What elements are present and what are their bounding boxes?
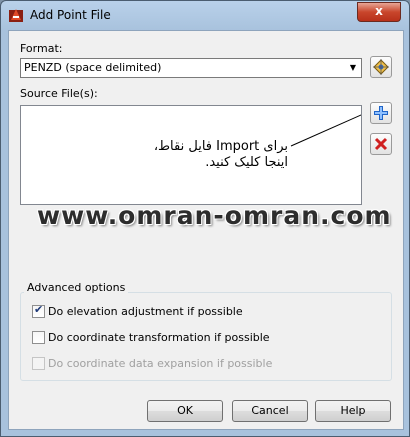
help-button[interactable]: Help <box>315 400 391 422</box>
dialog-window: Add Point File x Format: PENZD (space de… <box>0 0 410 437</box>
checkmark-icon: ✔ <box>34 303 44 316</box>
coordinate-expansion-label: Do coordinate data expansion if possible <box>48 357 273 370</box>
dialog-content: Format: PENZD (space delimited) ▼ Source… <box>8 30 404 430</box>
annotation-note-line1: برای Import فایل نقاط، <box>153 139 288 154</box>
ok-button[interactable]: OK <box>147 400 223 422</box>
format-manager-button[interactable] <box>370 56 392 78</box>
annotation-note: برای Import فایل نقاط، اینجا کلیک کنید. <box>136 139 288 171</box>
format-label: Format: <box>20 42 63 55</box>
cancel-button[interactable]: Cancel <box>232 400 308 422</box>
add-files-button[interactable] <box>370 102 392 124</box>
remove-file-button[interactable] <box>370 133 392 155</box>
dialog-title: Add Point File <box>30 8 111 22</box>
coordinate-expansion-checkbox <box>32 357 45 370</box>
advanced-options-title: Advanced options <box>24 281 129 294</box>
source-files-list[interactable]: برای Import فایل نقاط، اینجا کلیک کنید. <box>20 105 362 205</box>
close-icon: x <box>375 4 383 18</box>
format-dropdown[interactable]: PENZD (space delimited) ▼ <box>20 58 362 78</box>
title-bar[interactable]: Add Point File x <box>1 1 409 29</box>
elevation-adjustment-label[interactable]: Do elevation adjustment if possible <box>48 305 243 318</box>
website-watermark: www.omran-omran.com <box>37 201 392 230</box>
coordinate-transformation-checkbox[interactable] <box>32 331 45 344</box>
chevron-down-icon: ▼ <box>349 63 357 72</box>
coordinate-transformation-label[interactable]: Do coordinate transformation if possible <box>48 331 270 344</box>
format-selected-value: PENZD (space delimited) <box>24 61 162 74</box>
annotation-note-line2: اینجا کلیک کنید. <box>205 155 288 170</box>
elevation-adjustment-checkbox[interactable]: ✔ <box>32 303 45 318</box>
source-files-label: Source File(s): <box>20 87 98 100</box>
close-button[interactable]: x <box>357 2 401 22</box>
app-icon <box>8 7 24 23</box>
